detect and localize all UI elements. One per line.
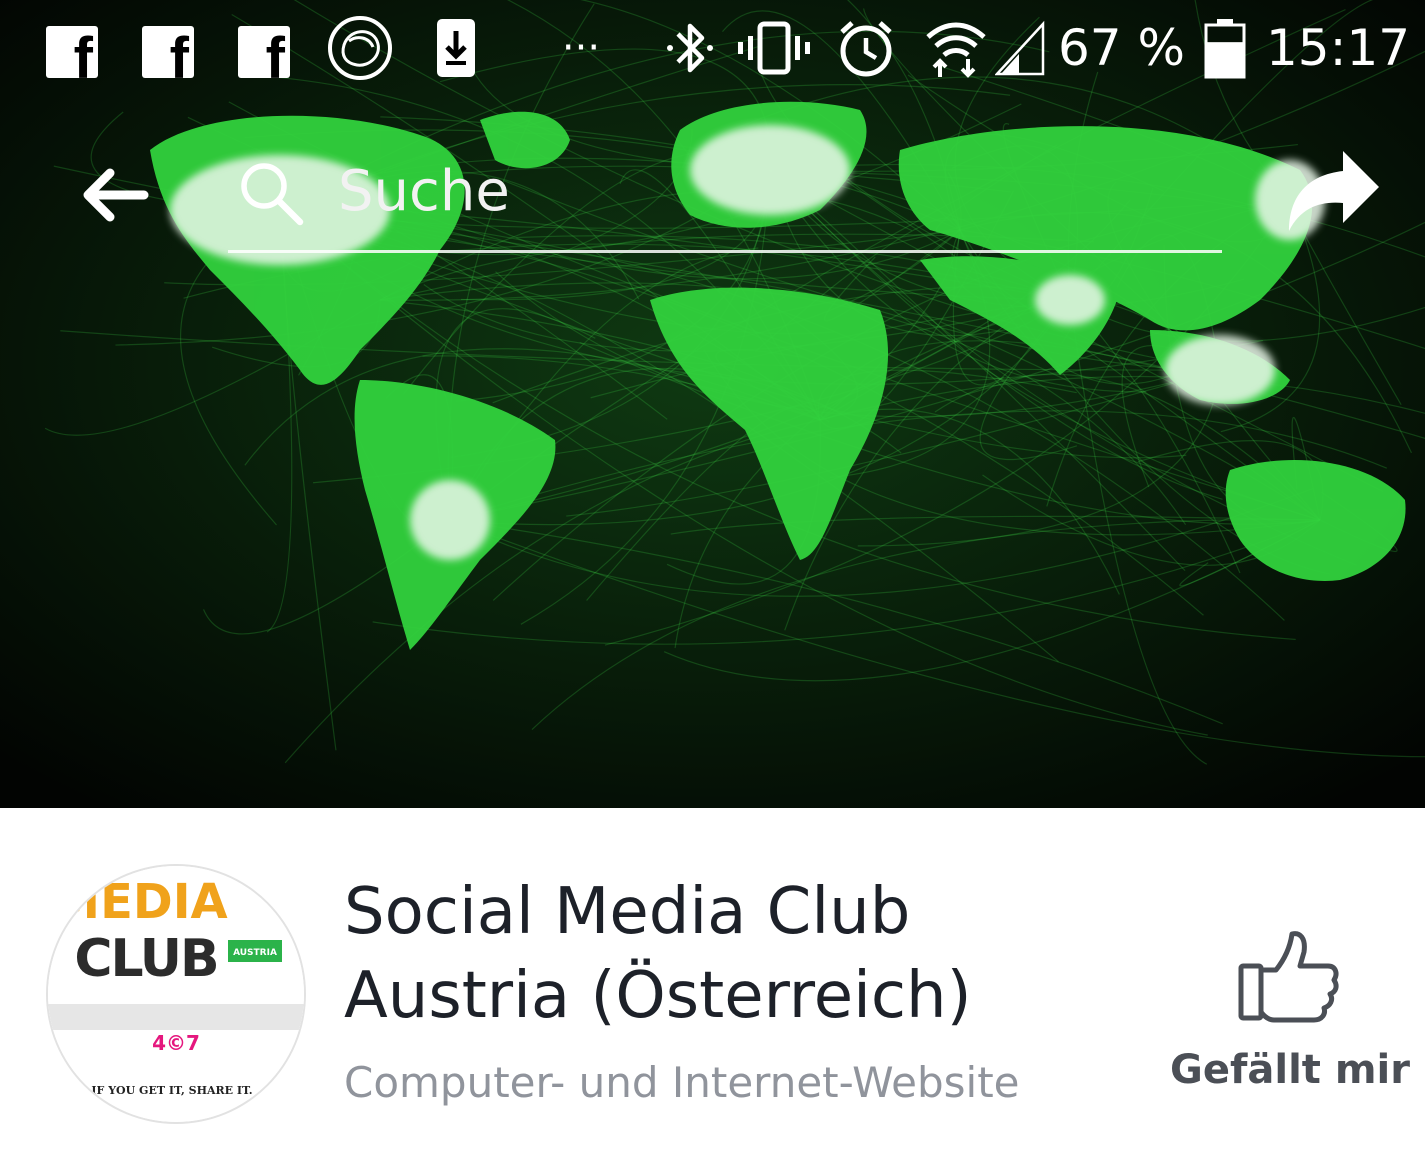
like-button[interactable]: Gefällt mir [1160, 920, 1420, 1110]
page-title-line1: Social Media Club [344, 875, 911, 949]
profile-picture[interactable]: MEDIA CLUB AUSTRIA 4©7 IF YOU GET IT, SH… [48, 866, 304, 1122]
world-map-image [0, 0, 1425, 808]
page-title: Social Media Club Austria (Österreich) [344, 870, 1144, 1038]
signal-icon [994, 18, 1046, 78]
more-dots-icon: ··· [561, 25, 601, 71]
wifi-icon [924, 18, 988, 78]
alarm-icon [836, 18, 896, 78]
search-underline [228, 250, 1222, 253]
vibrate-icon [736, 18, 812, 78]
share-button[interactable] [1278, 138, 1388, 248]
download-icon [434, 18, 478, 78]
like-label: Gefällt mir [1170, 1047, 1410, 1093]
media-club-logo: MEDIA CLUB AUSTRIA 4©7 IF YOU GET IT, SH… [48, 866, 304, 1122]
battery-percent: 67 % [1058, 19, 1186, 77]
clock: 15:17 [1266, 19, 1411, 77]
app-circle-icon [326, 16, 394, 80]
facebook-icon: f [238, 18, 290, 78]
back-button[interactable] [74, 155, 154, 235]
svg-text:4©7: 4©7 [152, 1031, 200, 1055]
svg-text:CLUB: CLUB [74, 929, 217, 989]
arrow-left-icon [83, 168, 149, 222]
cover-photo[interactable]: f f f ··· 67 % 15:17 Suche [0, 0, 1425, 808]
svg-text:AUSTRIA: AUSTRIA [233, 948, 277, 958]
page-title-line2: Austria (Österreich) [344, 959, 972, 1033]
status-bar: f f f ··· 67 % 15:17 [0, 0, 1425, 100]
facebook-icon: f [46, 18, 98, 78]
facebook-icon: f [142, 18, 194, 78]
battery-icon [1204, 18, 1246, 79]
search-input[interactable] [338, 155, 1198, 227]
bluetooth-icon [664, 18, 716, 78]
share-icon [1289, 151, 1379, 231]
search-icon [241, 163, 304, 226]
thumbs-up-icon [1238, 931, 1339, 1023]
svg-text:IF YOU GET IT, SHARE IT.: IF YOU GET IT, SHARE IT. [91, 1084, 252, 1097]
svg-text:MEDIA: MEDIA [52, 874, 227, 930]
page-category: Computer- und Internet-Website [344, 1058, 1020, 1107]
